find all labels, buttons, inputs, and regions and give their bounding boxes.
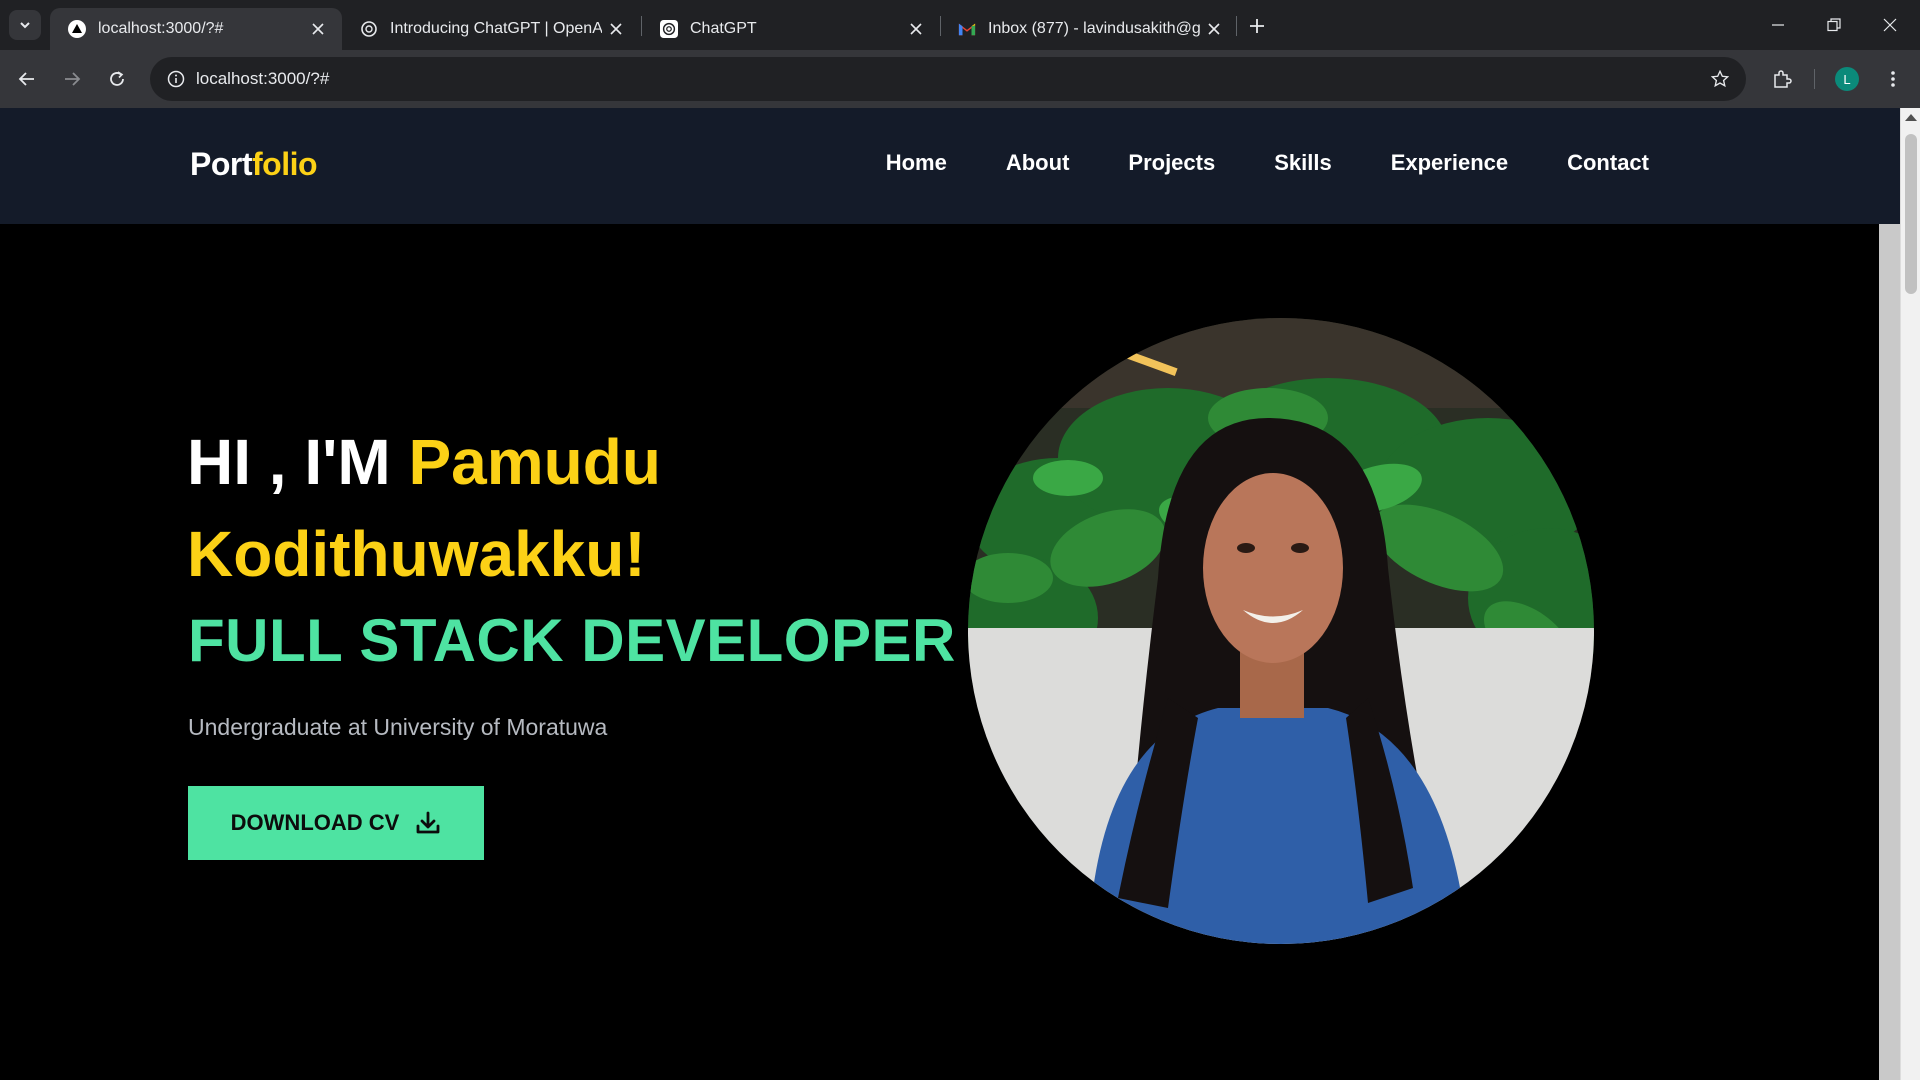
site-navbar: Portfolio Home About Projects Skills Exp… (0, 108, 1900, 224)
tab-title: localhost:3000/?# (98, 20, 224, 37)
nav-link-about[interactable]: About (1006, 150, 1070, 176)
tab-introducing-chatgpt[interactable]: Introducing ChatGPT | OpenAI (342, 8, 640, 50)
nav-link-home[interactable]: Home (886, 150, 947, 176)
tab-chatgpt[interactable]: ChatGPT (642, 8, 940, 50)
download-cv-label: DOWNLOAD CV (230, 810, 400, 835)
site-info-icon[interactable] (164, 67, 188, 91)
browser-tab-bar: localhost:3000/?# Introducing ChatGPT | … (0, 0, 1920, 50)
nav-link-experience[interactable]: Experience (1391, 150, 1508, 176)
extensions-button[interactable] (1765, 63, 1799, 95)
restore-button[interactable] (1806, 0, 1862, 50)
hero-first-name: Pamudu (408, 426, 661, 498)
site-logo[interactable]: Portfolio (190, 146, 318, 183)
hero-last-name: Kodithuwakku! (187, 518, 646, 590)
new-tab-button[interactable] (1240, 11, 1274, 41)
chevron-down-icon (20, 22, 30, 29)
triangle-logo-icon (68, 20, 86, 38)
address-bar[interactable]: localhost:3000/?# (150, 57, 1746, 101)
reload-button[interactable] (100, 63, 134, 95)
logo-part-folio: folio (252, 146, 318, 182)
arrow-right-icon (65, 72, 81, 86)
tab-localhost[interactable]: localhost:3000/?# (50, 8, 342, 50)
hero-greeting: HI , I'M Pamudu Kodithuwakku! (187, 416, 947, 600)
minimize-icon (1772, 24, 1784, 26)
site-nav-links: Home About Projects Skills Experience Co… (886, 150, 1649, 176)
page-viewport: Portfolio Home About Projects Skills Exp… (0, 108, 1920, 1080)
gmail-logo-icon (958, 20, 976, 38)
address-url: localhost:3000/?# (196, 69, 330, 88)
forward-button[interactable] (55, 63, 89, 95)
close-window-button[interactable] (1862, 0, 1918, 50)
back-button[interactable] (10, 63, 44, 95)
close-tab-icon[interactable] (304, 15, 332, 43)
nav-link-skills[interactable]: Skills (1274, 150, 1331, 176)
browser-toolbar: localhost:3000/?# (0, 50, 1920, 108)
arrow-left-icon (18, 72, 34, 86)
tab-title: ChatGPT (690, 20, 757, 37)
download-icon (416, 811, 440, 834)
scroll-thumb[interactable] (1905, 134, 1917, 294)
close-tab-icon[interactable] (602, 15, 630, 43)
more-vertical-icon (1891, 71, 1895, 87)
nav-link-contact[interactable]: Contact (1567, 150, 1649, 176)
tab-separator (1236, 16, 1237, 36)
tab-title: Introducing ChatGPT | OpenAI (390, 20, 602, 37)
page-edge (1879, 224, 1900, 1080)
scroll-up-arrow-icon[interactable] (1905, 114, 1917, 121)
plus-icon (1250, 19, 1264, 33)
minimize-button[interactable] (1750, 0, 1806, 50)
tab-title: Inbox (877) - lavindusakith@gm (988, 20, 1200, 37)
tab-gmail-inbox[interactable]: Inbox (877) - lavindusakith@gm (940, 8, 1238, 50)
page-scrollbar[interactable] (1900, 108, 1920, 1080)
download-cv-button[interactable]: DOWNLOAD CV (188, 786, 484, 860)
close-tab-icon[interactable] (1200, 15, 1228, 43)
logo-part-port: Port (190, 146, 253, 182)
profile-photo (968, 318, 1594, 944)
toolbar-divider (1814, 69, 1815, 89)
restore-icon (1827, 18, 1841, 32)
tab-search-button[interactable] (9, 10, 41, 40)
reload-icon (110, 71, 124, 86)
close-tab-icon[interactable] (902, 15, 930, 43)
bookmark-star-icon[interactable] (1708, 67, 1732, 91)
hero-role: FULL STACK DEVELOPER (188, 607, 956, 674)
nav-link-projects[interactable]: Projects (1128, 150, 1215, 176)
profile-avatar[interactable]: L (1835, 67, 1859, 91)
greeting-prefix: HI , I'M (187, 426, 409, 498)
puzzle-piece-icon (1774, 70, 1792, 88)
close-icon (1883, 18, 1897, 32)
hero-subtitle: Undergraduate at University of Moratuwa (188, 714, 608, 740)
openai-logo-icon (360, 20, 378, 38)
browser-menu-button[interactable] (1876, 63, 1910, 95)
chatgpt-logo-icon (660, 20, 678, 38)
